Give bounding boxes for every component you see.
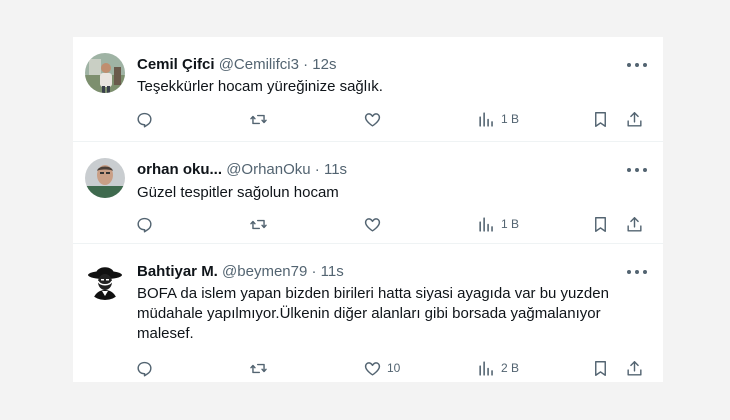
share-icon [627, 216, 642, 232]
tweet-text: Güzel tespitler sağolun hocam [137, 184, 339, 201]
heart-icon [364, 361, 381, 376]
bookmark-icon [595, 360, 606, 376]
views-button[interactable]: 1 B [477, 214, 519, 234]
retweet-icon [250, 363, 267, 373]
avatar[interactable] [85, 158, 125, 198]
views-chart-icon [479, 111, 493, 127]
separator-dot: · [311, 263, 317, 280]
retweet-icon [250, 114, 267, 124]
views-chart-icon [479, 216, 493, 232]
tweet-actions: 10 2 B [135, 358, 647, 378]
tweet-header: Bahtiyar M. @beymen79 · 11s [137, 262, 344, 282]
username-handle[interactable]: @beymen79 [222, 263, 307, 280]
display-name[interactable]: orhan oku... [137, 161, 222, 178]
tweet-item[interactable]: Cemil Çifci @Cemilifci3 · 12s Teşekkürle… [73, 37, 663, 141]
retweet-button[interactable] [249, 214, 273, 234]
tweet-actions: 1 B [135, 214, 647, 234]
bookmark-button[interactable] [591, 214, 610, 234]
username-handle[interactable]: @OrhanOku [226, 161, 310, 178]
like-button[interactable] [363, 109, 387, 129]
bookmark-button[interactable] [591, 358, 610, 378]
share-button[interactable] [625, 358, 644, 378]
tweet-header: orhan oku... @OrhanOku · 11s [137, 160, 347, 180]
avatar[interactable] [85, 260, 125, 300]
timestamp[interactable]: 11s [324, 161, 347, 178]
avatar-photo [85, 53, 125, 93]
like-button[interactable]: 10 [363, 358, 400, 378]
more-icon[interactable] [627, 166, 647, 174]
view-count: 2 B [501, 361, 520, 375]
separator-dot: · [314, 161, 320, 178]
retweet-icon [250, 219, 267, 229]
display-name[interactable]: Bahtiyar M. [137, 263, 218, 280]
reply-icon [137, 112, 152, 127]
more-icon[interactable] [627, 268, 647, 276]
heart-icon [364, 217, 381, 232]
bookmark-button[interactable] [591, 109, 610, 129]
display-name[interactable]: Cemil Çifci [137, 56, 215, 73]
timestamp[interactable]: 11s [321, 263, 344, 280]
like-button[interactable] [363, 214, 387, 234]
like-count: 10 [387, 361, 401, 375]
tweet-header: Cemil Çifci @Cemilifci3 · 12s [137, 55, 336, 75]
separator-dot: · [303, 56, 309, 73]
more-icon[interactable] [627, 61, 647, 69]
heart-icon [364, 112, 381, 127]
tweet-item[interactable]: orhan oku... @OrhanOku · 11s Güzel tespi… [73, 141, 663, 243]
views-chart-icon [479, 360, 493, 376]
reply-icon [137, 217, 152, 232]
share-icon [627, 111, 642, 127]
retweet-button[interactable] [249, 358, 273, 378]
views-button[interactable]: 1 B [477, 109, 519, 129]
share-icon [627, 360, 642, 376]
views-button[interactable]: 2 B [477, 358, 519, 378]
timestamp[interactable]: 12s [312, 56, 336, 73]
reply-icon [137, 361, 152, 376]
bookmark-icon [595, 216, 606, 232]
view-count: 1 B [501, 112, 520, 126]
retweet-button[interactable] [249, 109, 273, 129]
avatar[interactable] [85, 53, 125, 93]
tweet-feed: Cemil Çifci @Cemilifci3 · 12s Teşekkürle… [73, 37, 663, 382]
share-button[interactable] [625, 109, 644, 129]
reply-button[interactable] [135, 214, 159, 234]
reply-button[interactable] [135, 109, 159, 129]
tweet-actions: 1 B [135, 109, 647, 129]
tweet-text: BOFA da islem yapan bizden birileri hatt… [137, 285, 609, 342]
username-handle[interactable]: @Cemilifci3 [219, 56, 299, 73]
share-button[interactable] [625, 214, 644, 234]
bookmark-icon [595, 111, 606, 127]
tweet-item[interactable]: Bahtiyar M. @beymen79 · 11s BOFA da isle… [73, 243, 663, 382]
reply-button[interactable] [135, 358, 159, 378]
avatar-illustration [85, 260, 125, 300]
tweet-text: Teşekkürler hocam yüreğinize sağlık. [137, 78, 383, 95]
view-count: 1 B [501, 217, 520, 231]
avatar-photo [85, 158, 125, 198]
